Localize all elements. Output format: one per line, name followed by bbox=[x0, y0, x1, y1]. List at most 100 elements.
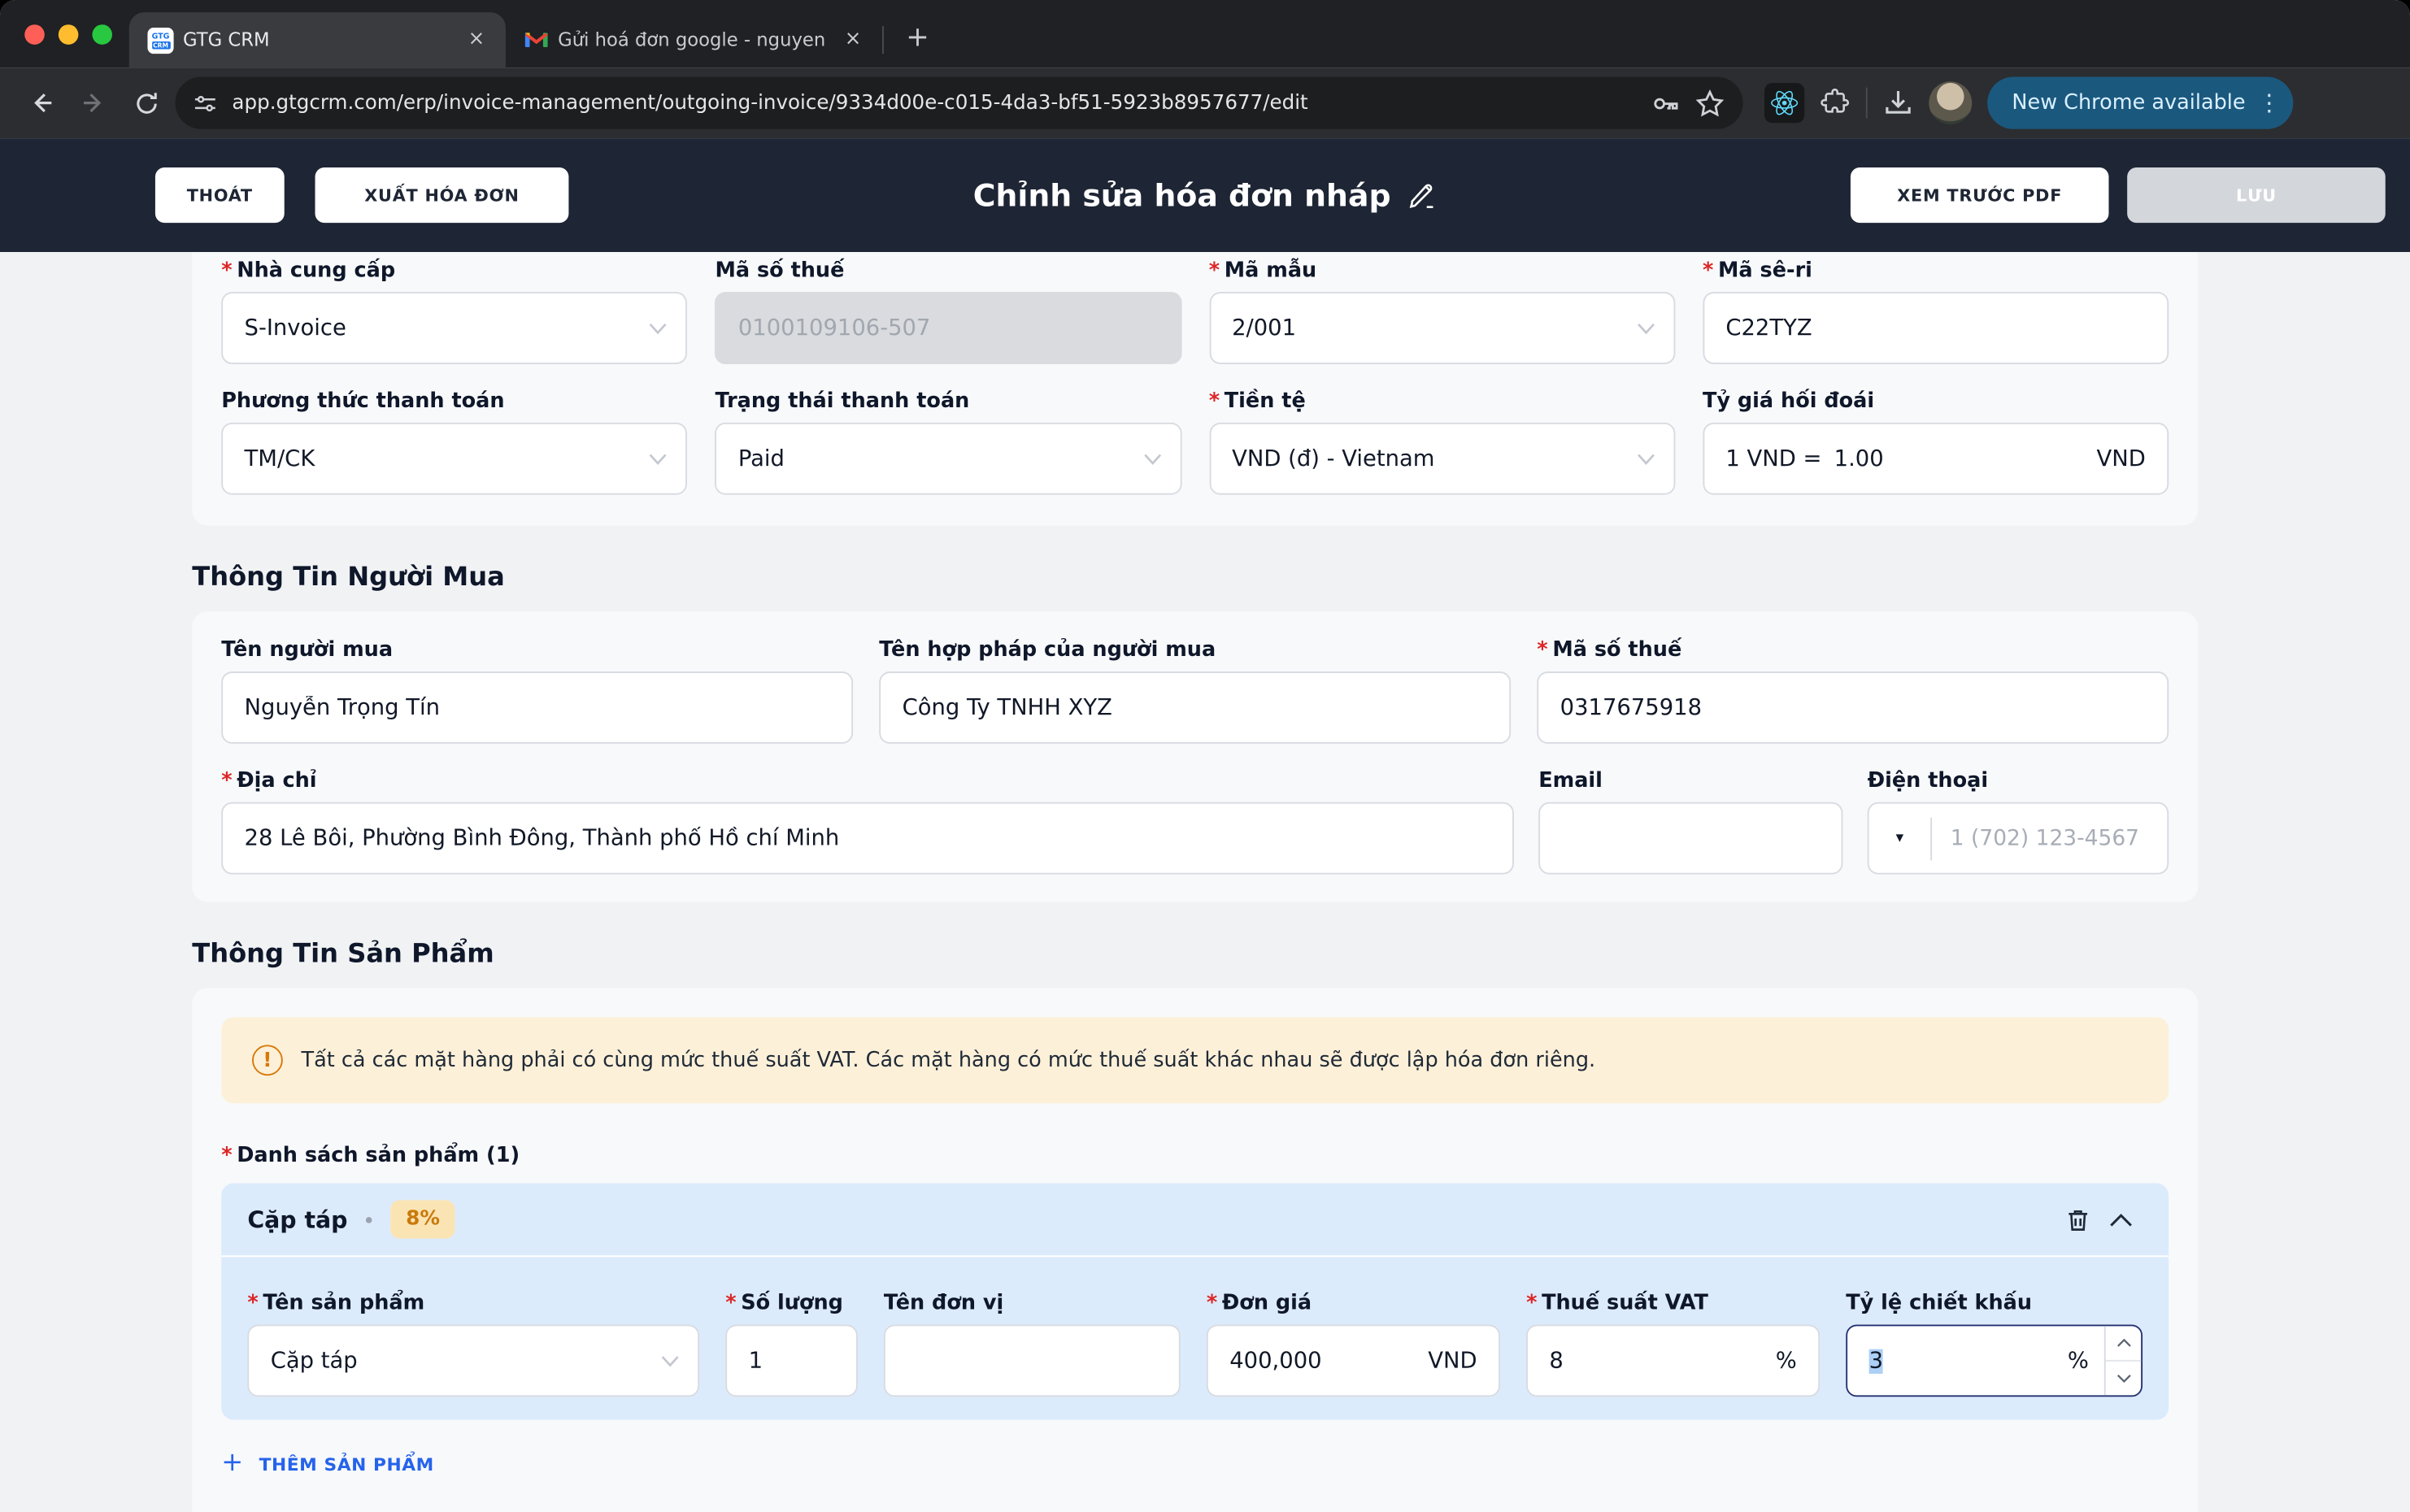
vat-rate-input[interactable]: 8 % bbox=[1526, 1324, 1820, 1397]
field-buyer-tax-code: *Mã số thuế bbox=[1537, 637, 2169, 743]
url-text: app.gtgcrm.com/erp/invoice-management/ou… bbox=[232, 91, 1635, 114]
number-spinner bbox=[2104, 1326, 2141, 1395]
unit-name-input[interactable] bbox=[884, 1324, 1181, 1397]
forward-button[interactable] bbox=[71, 80, 117, 126]
gtg-favicon: GTG CRM bbox=[147, 27, 173, 53]
chevron-down-icon bbox=[1142, 453, 1161, 465]
downloads-icon[interactable] bbox=[1883, 88, 1914, 119]
field-product-name: *Tên sản phẩm Cặp táp bbox=[247, 1291, 699, 1397]
macos-zoom-button[interactable] bbox=[92, 24, 112, 44]
exchange-rate-input[interactable]: 1 VND = 1.00 VND bbox=[1703, 423, 2169, 495]
extensions-puzzle-icon[interactable] bbox=[1820, 88, 1851, 119]
page-title: Chỉnh sửa hóa đơn nháp bbox=[973, 176, 1391, 213]
unit-price-value: 400,000 bbox=[1229, 1349, 1321, 1373]
preview-pdf-button[interactable]: XEM TRƯỚC PDF bbox=[1851, 167, 2109, 223]
field-discount-rate: Tỷ lệ chiết khấu 3 % bbox=[1846, 1291, 2142, 1397]
field-buyer-address: *Địa chỉ bbox=[221, 768, 1514, 874]
product-name-select[interactable]: Cặp táp bbox=[247, 1324, 699, 1397]
phone-placeholder: 1 (702) 123-4567 bbox=[1932, 826, 2139, 850]
react-devtools-icon[interactable] bbox=[1764, 83, 1804, 123]
buyer-legal-name-input[interactable] bbox=[879, 671, 1511, 744]
template-code-select[interactable]: 2/001 bbox=[1209, 292, 1675, 364]
field-buyer-legal-name: Tên hợp pháp của người mua bbox=[879, 637, 1511, 743]
product-item-card: Cặp táp 8% bbox=[221, 1184, 2169, 1420]
macos-minimize-button[interactable] bbox=[59, 24, 79, 44]
gtg-favicon-text2: CRM bbox=[151, 41, 170, 48]
plus-icon: + bbox=[221, 1450, 243, 1476]
exchange-rate-prefix: 1 VND = bbox=[1725, 446, 1821, 471]
profile-avatar[interactable] bbox=[1929, 81, 1972, 124]
template-code-value: 2/001 bbox=[1232, 315, 1296, 340]
save-button[interactable]: LƯU bbox=[2127, 167, 2386, 223]
payment-status-select[interactable]: Paid bbox=[715, 423, 1181, 495]
exchange-rate-suffix: VND bbox=[2096, 446, 2145, 471]
tab-close-icon[interactable]: × bbox=[463, 26, 490, 54]
chevron-down-icon bbox=[649, 322, 668, 334]
site-settings-icon[interactable] bbox=[194, 91, 216, 114]
password-key-icon[interactable] bbox=[1651, 89, 1680, 118]
buyer-name-input[interactable] bbox=[221, 671, 853, 744]
toolbar-separator bbox=[1866, 88, 1868, 119]
export-invoice-button[interactable]: XUẤT HÓA ĐƠN bbox=[315, 167, 569, 223]
buyer-address-input[interactable] bbox=[221, 802, 1514, 875]
field-buyer-name: Tên người mua bbox=[221, 637, 853, 743]
invoice-edit-page: *Nhà cung cấp S-Invoice Mã số thuế 01001… bbox=[0, 252, 2410, 1512]
field-exchange-rate: Tỷ giá hối đoái 1 VND = 1.00 VND bbox=[1703, 389, 2169, 494]
tab-gmail[interactable]: Gửi hoá đơn google - nguyen × bbox=[506, 12, 882, 67]
add-product-label: THÊM SẢN PHẨM bbox=[259, 1453, 434, 1474]
exit-button[interactable]: THOÁT bbox=[155, 167, 285, 223]
address-bar[interactable]: app.gtgcrm.com/erp/invoice-management/ou… bbox=[175, 77, 1742, 129]
currency-select[interactable]: VND (đ) - Vietnam bbox=[1209, 423, 1675, 495]
payment-method-value: TM/CK bbox=[245, 446, 315, 471]
buyer-email-input[interactable] bbox=[1538, 802, 1842, 875]
tab-title: GTG CRM bbox=[183, 29, 454, 50]
buyer-tax-code-input[interactable] bbox=[1537, 671, 2169, 744]
supplier-tax-code-input: 0100109106-507 bbox=[715, 292, 1181, 364]
back-button[interactable] bbox=[19, 80, 65, 126]
discount-rate-input[interactable]: 3 % bbox=[1846, 1324, 2142, 1397]
product-item-title: Cặp táp bbox=[247, 1206, 347, 1233]
buyer-phone-input[interactable]: ▾ 1 (702) 123-4567 bbox=[1868, 802, 2169, 875]
dot-separator bbox=[366, 1216, 372, 1223]
browser-menu-icon[interactable]: ⋮ bbox=[2258, 89, 2281, 117]
collapse-product-button[interactable] bbox=[2099, 1197, 2142, 1240]
browser-toolbar: app.gtgcrm.com/erp/invoice-management/ou… bbox=[0, 67, 2410, 138]
chrome-update-button[interactable]: New Chrome available ⋮ bbox=[1987, 77, 2293, 129]
product-item-header[interactable]: Cặp táp 8% bbox=[221, 1184, 2169, 1258]
gtg-favicon-text: GTG bbox=[152, 32, 170, 41]
supplier-select[interactable]: S-Invoice bbox=[221, 292, 687, 364]
chevron-down-icon bbox=[661, 1354, 680, 1366]
field-buyer-email: Email bbox=[1538, 768, 1842, 874]
bookmark-star-icon[interactable] bbox=[1695, 89, 1725, 118]
vat-warning-text: Tất cả các mặt hàng phải có cùng mức thu… bbox=[301, 1048, 1595, 1072]
spinner-down-button[interactable] bbox=[2106, 1362, 2141, 1396]
field-template-code: *Mã mẫu 2/001 bbox=[1209, 259, 1675, 364]
field-serial-code: *Mã sê-ri bbox=[1703, 259, 2169, 364]
chevron-down-icon bbox=[649, 453, 668, 465]
reload-button[interactable] bbox=[123, 80, 169, 126]
vat-rate-value: 8 bbox=[1549, 1349, 1563, 1373]
phone-country-dropdown[interactable]: ▾ bbox=[1869, 804, 1931, 873]
macos-window-controls bbox=[0, 0, 129, 67]
macos-close-button[interactable] bbox=[24, 24, 45, 44]
exchange-rate-value: 1.00 bbox=[1834, 446, 1884, 471]
quantity-input[interactable] bbox=[725, 1324, 858, 1397]
chevron-down-icon bbox=[1637, 453, 1655, 465]
unit-price-suffix: VND bbox=[1428, 1349, 1477, 1373]
payment-method-select[interactable]: TM/CK bbox=[221, 423, 687, 495]
currency-value: VND (đ) - Vietnam bbox=[1232, 446, 1434, 471]
tab-gtg-crm[interactable]: GTG CRM GTG CRM × bbox=[129, 12, 506, 67]
add-product-button[interactable]: + THÊM SẢN PHẨM bbox=[221, 1450, 434, 1476]
unit-price-input[interactable]: 400,000 VND bbox=[1207, 1324, 1500, 1397]
tab-close-icon[interactable]: × bbox=[839, 26, 867, 54]
new-tab-button[interactable]: + bbox=[896, 19, 939, 62]
toolbar-extensions-area: New Chrome available ⋮ bbox=[1764, 77, 2293, 129]
spinner-up-button[interactable] bbox=[2106, 1326, 2141, 1361]
buyer-info-card: Tên người mua Tên hợp pháp của người mua… bbox=[192, 611, 2198, 902]
browser-tab-strip: GTG CRM GTG CRM × Gửi hoá đơn google - n… bbox=[0, 0, 2410, 67]
supplier-value: S-Invoice bbox=[245, 315, 346, 340]
delete-product-button[interactable] bbox=[2056, 1197, 2099, 1240]
discount-rate-value: 3 bbox=[1869, 1349, 1883, 1373]
serial-code-input[interactable] bbox=[1703, 292, 2169, 364]
edit-pencil-icon[interactable] bbox=[1406, 180, 1437, 211]
